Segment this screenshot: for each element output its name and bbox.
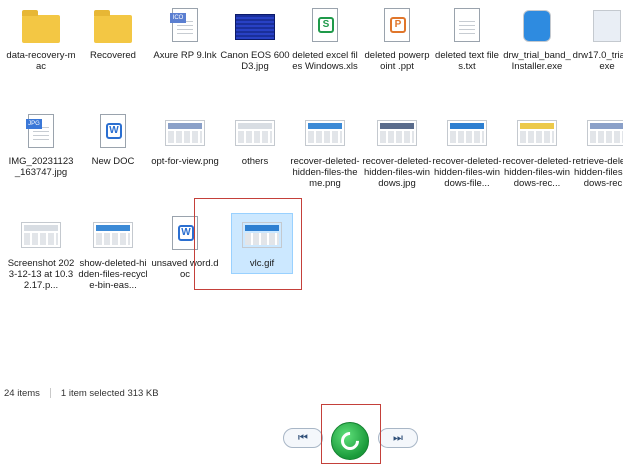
file-item[interactable]: others	[220, 112, 290, 167]
rotate-refresh-button[interactable]	[331, 422, 369, 460]
blue-image-icon	[235, 6, 275, 46]
file-name: drw_trial_band_Installer.exe	[503, 50, 571, 72]
file-item[interactable]: Recovered	[78, 6, 148, 61]
file-item[interactable]: recover-deleted-hidden-files-windows.jpg	[362, 112, 432, 189]
file-name: Screenshot 2023-12-13 at 10.32.17.p...	[7, 258, 75, 291]
selection-info: 1 item selected 313 KB	[60, 388, 159, 399]
file-type-badge: ICO	[170, 13, 186, 23]
next-button[interactable]: ⏭	[378, 428, 418, 448]
file-item[interactable]: vlc.gif	[231, 213, 293, 274]
file-name: recover-deleted-hidden-files-theme.png	[290, 156, 360, 189]
file-name: drw17.0_trial_B.exe	[572, 50, 623, 72]
file-item[interactable]: recover-deleted-hidden-files-theme.png	[290, 112, 360, 189]
file-item[interactable]: W New DOC	[78, 112, 148, 167]
previous-button[interactable]: ⏮	[283, 428, 323, 448]
skip-back-icon: ⏮	[298, 432, 308, 444]
file-name: recover-deleted-hidden-files-windows-fil…	[432, 156, 502, 189]
file-type-letter: W	[178, 225, 194, 241]
playback-toolbar: ⏮ ⏭	[0, 404, 623, 464]
file-name: New DOC	[91, 156, 135, 167]
file-name: deleted text files.txt	[435, 50, 499, 72]
word-file-icon: W	[165, 214, 205, 254]
file-item[interactable]: show-deleted-hidden-files-recycle-bin-ea…	[78, 214, 148, 291]
file-name: vlc.gif	[249, 258, 275, 269]
file-name: Recovered	[90, 50, 136, 61]
file-name: recover-deleted-hidden-files-windows.jpg	[362, 156, 432, 189]
file-item[interactable]: drw_trial_band_Installer.exe	[502, 6, 572, 72]
file-type-letter: W	[106, 123, 122, 139]
file-item[interactable]: Pdeleted powerpoint .ppt	[362, 6, 432, 72]
file-item[interactable]: data-recovery-mac	[6, 6, 76, 72]
file-item[interactable]: recover-deleted-hidden-files-windows-rec…	[502, 112, 572, 189]
status-separator	[49, 388, 51, 399]
file-name: retrieve-deleted-hidden-files-windows-re…	[572, 156, 623, 189]
file-type-badge: JPG	[26, 119, 42, 129]
folder-icon	[93, 6, 133, 46]
file-item[interactable]: recover-deleted-hidden-files-windows-fil…	[432, 112, 502, 189]
file-item[interactable]: drw17.0_trial_B.exe	[572, 6, 623, 72]
jpg-file-icon: JPG	[21, 112, 61, 152]
file-name: deleted excel files Windows.xls	[292, 50, 358, 72]
file-grid: data-recovery-mac Recovered ICO Axure RP 9.…	[0, 0, 623, 380]
powerpoint-file-icon: P	[377, 6, 417, 46]
jpg-thumbnail-icon	[377, 112, 417, 152]
file-name: recover-deleted-hidden-files-windows-rec…	[502, 156, 572, 189]
excel-file-icon: S	[305, 6, 345, 46]
file-type-letter: P	[390, 17, 406, 33]
file-name: data-recovery-mac	[6, 50, 76, 72]
skip-forward-icon: ⏭	[393, 432, 403, 444]
png-thumbnail-icon	[165, 112, 205, 152]
png-thumbnail-icon	[517, 112, 557, 152]
folder-icon	[21, 6, 61, 46]
app-window-icon	[587, 6, 623, 46]
file-item[interactable]: ICO Axure RP 9.lnk	[150, 6, 220, 61]
file-name: show-deleted-hidden-files-recycle-bin-ea…	[78, 258, 148, 291]
png-thumbnail-icon	[447, 112, 487, 152]
file-type-letter: S	[318, 17, 334, 33]
word-file-icon: W	[93, 112, 133, 152]
png-thumbnail-icon	[93, 214, 133, 254]
png-thumbnail-icon	[587, 112, 623, 152]
ico-shortcut-icon: ICO	[165, 6, 205, 46]
file-item[interactable]: opt-for-view.png	[150, 112, 220, 167]
screenshot-thumbnail-icon	[21, 214, 61, 254]
gif-thumbnail-icon	[242, 214, 282, 254]
status-bar: 24 items 1 item selected 313 KB	[4, 388, 169, 399]
file-item[interactable]: Screenshot 2023-12-13 at 10.32.17.p...	[6, 214, 76, 291]
png-thumbnail-icon	[305, 112, 345, 152]
file-item[interactable]: deleted text files.txt	[432, 6, 502, 72]
text-file-icon	[447, 6, 487, 46]
file-name: deleted powerpoint .ppt	[364, 50, 430, 72]
refresh-icon	[337, 428, 363, 454]
file-item[interactable]: Wunsaved word.doc	[150, 214, 220, 280]
file-item[interactable]: JPG IMG_20231123_163747.jpg	[6, 112, 76, 178]
file-name: Canon EOS 600D3.jpg	[220, 50, 290, 72]
file-item[interactable]: Sdeleted excel files Windows.xls	[290, 6, 360, 72]
file-name: opt-for-view.png	[151, 156, 219, 167]
folder-thumbnail-icon	[235, 112, 275, 152]
file-name: unsaved word.doc	[151, 258, 219, 280]
file-name: Axure RP 9.lnk	[153, 50, 217, 61]
file-name: others	[241, 156, 269, 167]
file-item[interactable]: retrieve-deleted-hidden-files-windows-re…	[572, 112, 623, 189]
file-item[interactable]: Canon EOS 600D3.jpg	[220, 6, 290, 72]
file-name: IMG_20231123_163747.jpg	[8, 156, 74, 178]
item-count: 24 items	[4, 388, 40, 399]
installer-icon	[517, 6, 557, 46]
